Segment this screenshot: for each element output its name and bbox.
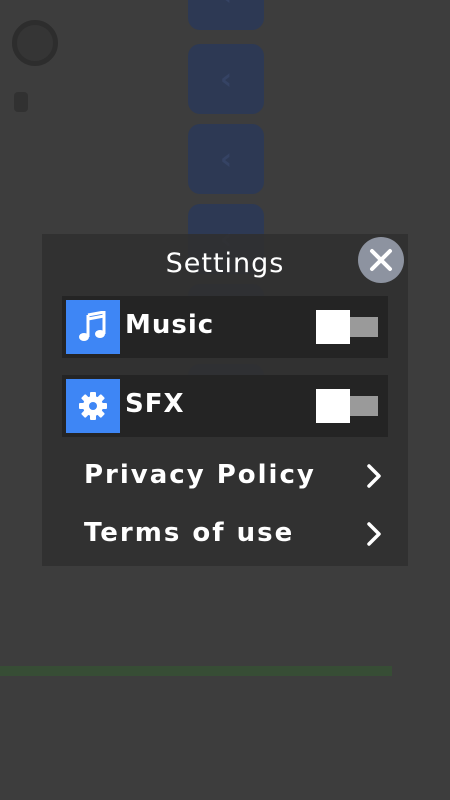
chevron-right-icon (367, 464, 381, 488)
dialog-title: Settings (165, 248, 285, 279)
sfx-toggle-track (346, 396, 378, 416)
music-toggle-track (346, 317, 378, 337)
sfx-toggle[interactable] (316, 389, 380, 423)
sfx-toggle-knob (316, 389, 350, 423)
music-toggle-knob (316, 310, 350, 344)
music-setting-row: Music (62, 296, 388, 358)
gear-icon (66, 379, 120, 433)
sfx-setting-row: SFX (62, 375, 388, 437)
music-label: Music (125, 310, 215, 340)
sfx-label: SFX (125, 389, 185, 419)
close-button[interactable] (358, 237, 404, 283)
privacy-policy-label: Privacy Policy (84, 460, 316, 490)
terms-of-use-link[interactable]: Terms of use (84, 514, 384, 554)
terms-of-use-label: Terms of use (84, 518, 295, 548)
music-note-icon (66, 300, 120, 354)
close-icon (370, 249, 392, 271)
chevron-right-icon (367, 522, 381, 546)
settings-dialog: Settings Music SFX Privacy Policy Terms … (42, 234, 408, 566)
music-toggle[interactable] (316, 310, 380, 344)
privacy-policy-link[interactable]: Privacy Policy (84, 456, 384, 496)
